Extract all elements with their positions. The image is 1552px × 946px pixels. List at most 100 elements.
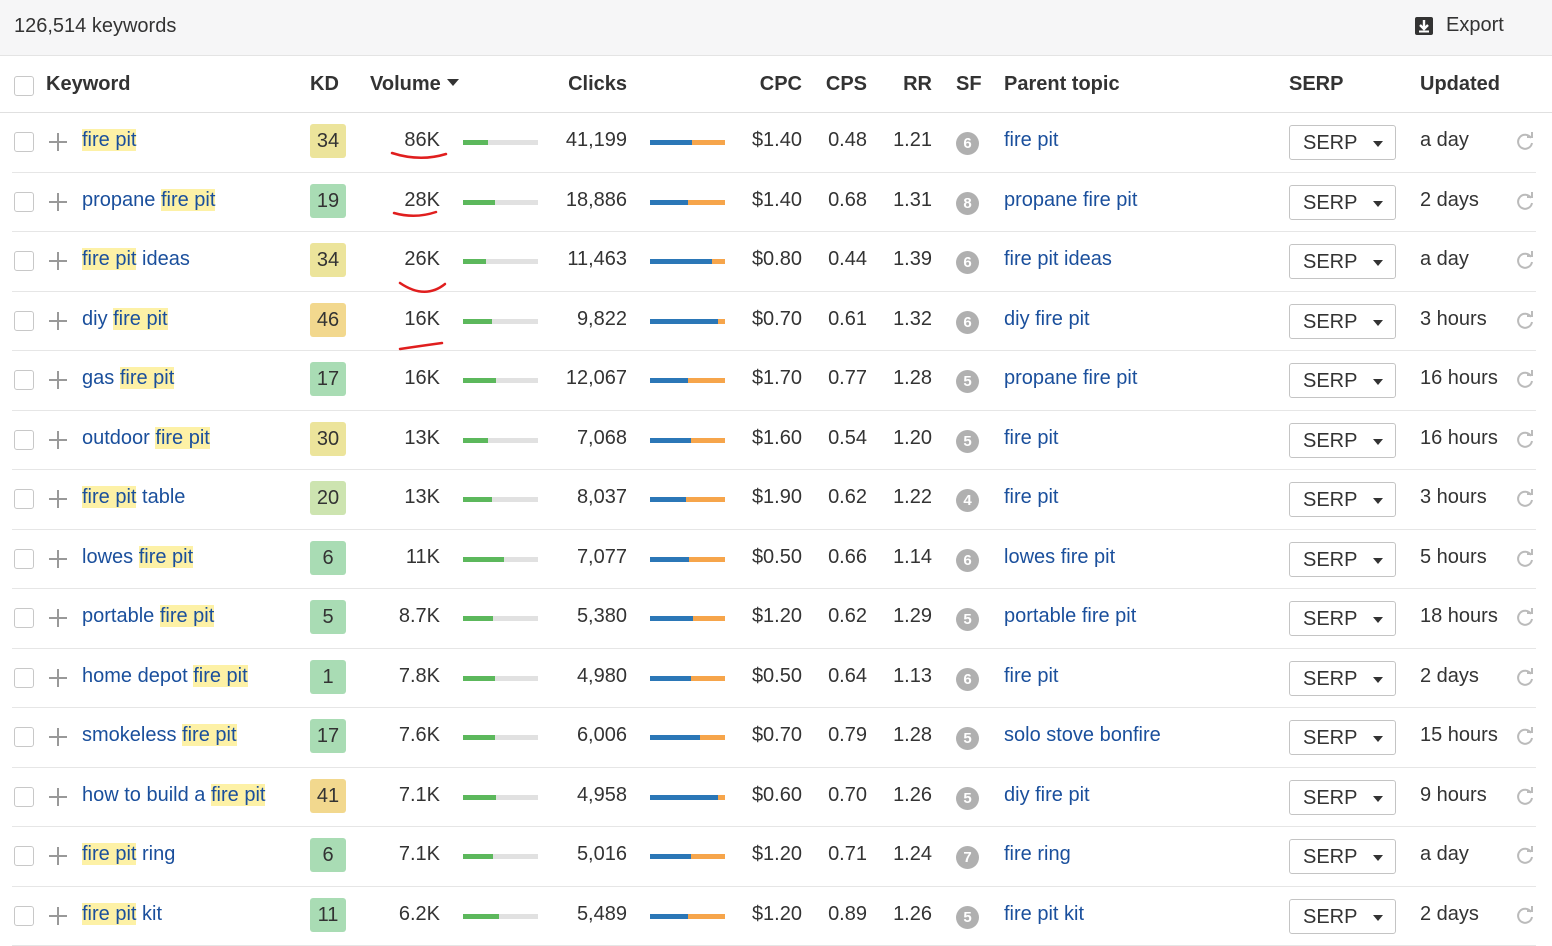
row-checkbox[interactable] — [14, 251, 34, 271]
refresh-icon[interactable] — [1514, 726, 1536, 748]
refresh-icon[interactable] — [1514, 369, 1536, 391]
row-checkbox[interactable] — [14, 311, 34, 331]
parent-topic-link[interactable]: propane fire pit — [1004, 367, 1137, 390]
keyword-link[interactable]: how to build a fire pit — [82, 784, 265, 807]
sf-badge[interactable]: 5 — [956, 787, 979, 810]
keyword-link[interactable]: portable fire pit — [82, 605, 214, 628]
row-checkbox[interactable] — [14, 430, 34, 450]
refresh-icon[interactable] — [1514, 786, 1536, 808]
serp-dropdown[interactable]: SERP — [1289, 244, 1396, 279]
column-header-cpc[interactable]: CPC — [730, 73, 802, 96]
add-to-list-icon[interactable] — [48, 430, 68, 450]
refresh-icon[interactable] — [1514, 548, 1536, 570]
add-to-list-icon[interactable] — [48, 549, 68, 569]
refresh-icon[interactable] — [1514, 845, 1536, 867]
keyword-link[interactable]: fire pit kit — [82, 903, 162, 926]
serp-dropdown[interactable]: SERP — [1289, 720, 1396, 755]
serp-dropdown[interactable]: SERP — [1289, 780, 1396, 815]
parent-topic-link[interactable]: diy fire pit — [1004, 784, 1090, 807]
serp-dropdown[interactable]: SERP — [1289, 304, 1396, 339]
add-to-list-icon[interactable] — [48, 846, 68, 866]
refresh-icon[interactable] — [1514, 429, 1536, 451]
row-checkbox[interactable] — [14, 727, 34, 747]
refresh-icon[interactable] — [1514, 667, 1536, 689]
column-header-parent-topic[interactable]: Parent topic — [1004, 73, 1120, 96]
parent-topic-link[interactable]: fire pit ideas — [1004, 248, 1112, 271]
refresh-icon[interactable] — [1514, 607, 1536, 629]
refresh-icon[interactable] — [1514, 131, 1536, 153]
parent-topic-link[interactable]: fire pit kit — [1004, 903, 1084, 926]
serp-dropdown[interactable]: SERP — [1289, 601, 1396, 636]
refresh-icon[interactable] — [1514, 191, 1536, 213]
column-header-cps[interactable]: CPS — [814, 73, 867, 96]
serp-dropdown[interactable]: SERP — [1289, 423, 1396, 458]
add-to-list-icon[interactable] — [48, 668, 68, 688]
sf-badge[interactable]: 5 — [956, 370, 979, 393]
row-checkbox[interactable] — [14, 906, 34, 926]
sf-badge[interactable]: 6 — [956, 668, 979, 691]
row-checkbox[interactable] — [14, 549, 34, 569]
add-to-list-icon[interactable] — [48, 787, 68, 807]
serp-dropdown[interactable]: SERP — [1289, 661, 1396, 696]
parent-topic-link[interactable]: fire pit — [1004, 427, 1058, 450]
parent-topic-link[interactable]: fire pit — [1004, 129, 1058, 152]
serp-dropdown[interactable]: SERP — [1289, 363, 1396, 398]
keyword-link[interactable]: lowes fire pit — [82, 546, 193, 569]
row-checkbox[interactable] — [14, 846, 34, 866]
refresh-icon[interactable] — [1514, 488, 1536, 510]
refresh-icon[interactable] — [1514, 905, 1536, 927]
add-to-list-icon[interactable] — [48, 251, 68, 271]
sf-badge[interactable]: 4 — [956, 489, 979, 512]
column-header-sf[interactable]: SF — [956, 73, 982, 96]
select-all-checkbox[interactable] — [14, 76, 34, 96]
row-checkbox[interactable] — [14, 370, 34, 390]
keyword-link[interactable]: diy fire pit — [82, 308, 168, 331]
parent-topic-link[interactable]: solo stove bonfire — [1004, 724, 1161, 747]
column-header-volume[interactable]: Volume — [370, 73, 459, 96]
row-checkbox[interactable] — [14, 608, 34, 628]
serp-dropdown[interactable]: SERP — [1289, 542, 1396, 577]
parent-topic-link[interactable]: diy fire pit — [1004, 308, 1090, 331]
column-header-rr[interactable]: RR — [880, 73, 932, 96]
parent-topic-link[interactable]: fire ring — [1004, 843, 1071, 866]
serp-dropdown[interactable]: SERP — [1289, 899, 1396, 934]
add-to-list-icon[interactable] — [48, 906, 68, 926]
keyword-link[interactable]: outdoor fire pit — [82, 427, 210, 450]
row-checkbox[interactable] — [14, 787, 34, 807]
sf-badge[interactable]: 6 — [956, 549, 979, 572]
add-to-list-icon[interactable] — [48, 370, 68, 390]
parent-topic-link[interactable]: propane fire pit — [1004, 189, 1137, 212]
row-checkbox[interactable] — [14, 668, 34, 688]
add-to-list-icon[interactable] — [48, 192, 68, 212]
column-header-clicks[interactable]: Clicks — [540, 73, 627, 96]
row-checkbox[interactable] — [14, 489, 34, 509]
add-to-list-icon[interactable] — [48, 311, 68, 331]
keyword-link[interactable]: fire pit ideas — [82, 248, 190, 271]
column-header-kd[interactable]: KD — [310, 73, 339, 96]
serp-dropdown[interactable]: SERP — [1289, 839, 1396, 874]
column-header-keyword[interactable]: Keyword — [46, 73, 130, 96]
keyword-link[interactable]: home depot fire pit — [82, 665, 248, 688]
parent-topic-link[interactable]: lowes fire pit — [1004, 546, 1115, 569]
parent-topic-link[interactable]: portable fire pit — [1004, 605, 1136, 628]
add-to-list-icon[interactable] — [48, 608, 68, 628]
sf-badge[interactable]: 7 — [956, 846, 979, 869]
keyword-link[interactable]: propane fire pit — [82, 189, 215, 212]
row-checkbox[interactable] — [14, 132, 34, 152]
sf-badge[interactable]: 5 — [956, 906, 979, 929]
add-to-list-icon[interactable] — [48, 727, 68, 747]
sf-badge[interactable]: 6 — [956, 311, 979, 334]
keyword-link[interactable]: smokeless fire pit — [82, 724, 237, 747]
serp-dropdown[interactable]: SERP — [1289, 185, 1396, 220]
keyword-link[interactable]: gas fire pit — [82, 367, 174, 390]
serp-dropdown[interactable]: SERP — [1289, 125, 1396, 160]
column-header-updated[interactable]: Updated — [1420, 73, 1500, 96]
keyword-link[interactable]: fire pit table — [82, 486, 185, 509]
row-checkbox[interactable] — [14, 192, 34, 212]
sf-badge[interactable]: 5 — [956, 608, 979, 631]
parent-topic-link[interactable]: fire pit — [1004, 486, 1058, 509]
serp-dropdown[interactable]: SERP — [1289, 482, 1396, 517]
sf-badge[interactable]: 6 — [956, 251, 979, 274]
keyword-link[interactable]: fire pit — [82, 129, 136, 152]
sf-badge[interactable]: 6 — [956, 132, 979, 155]
